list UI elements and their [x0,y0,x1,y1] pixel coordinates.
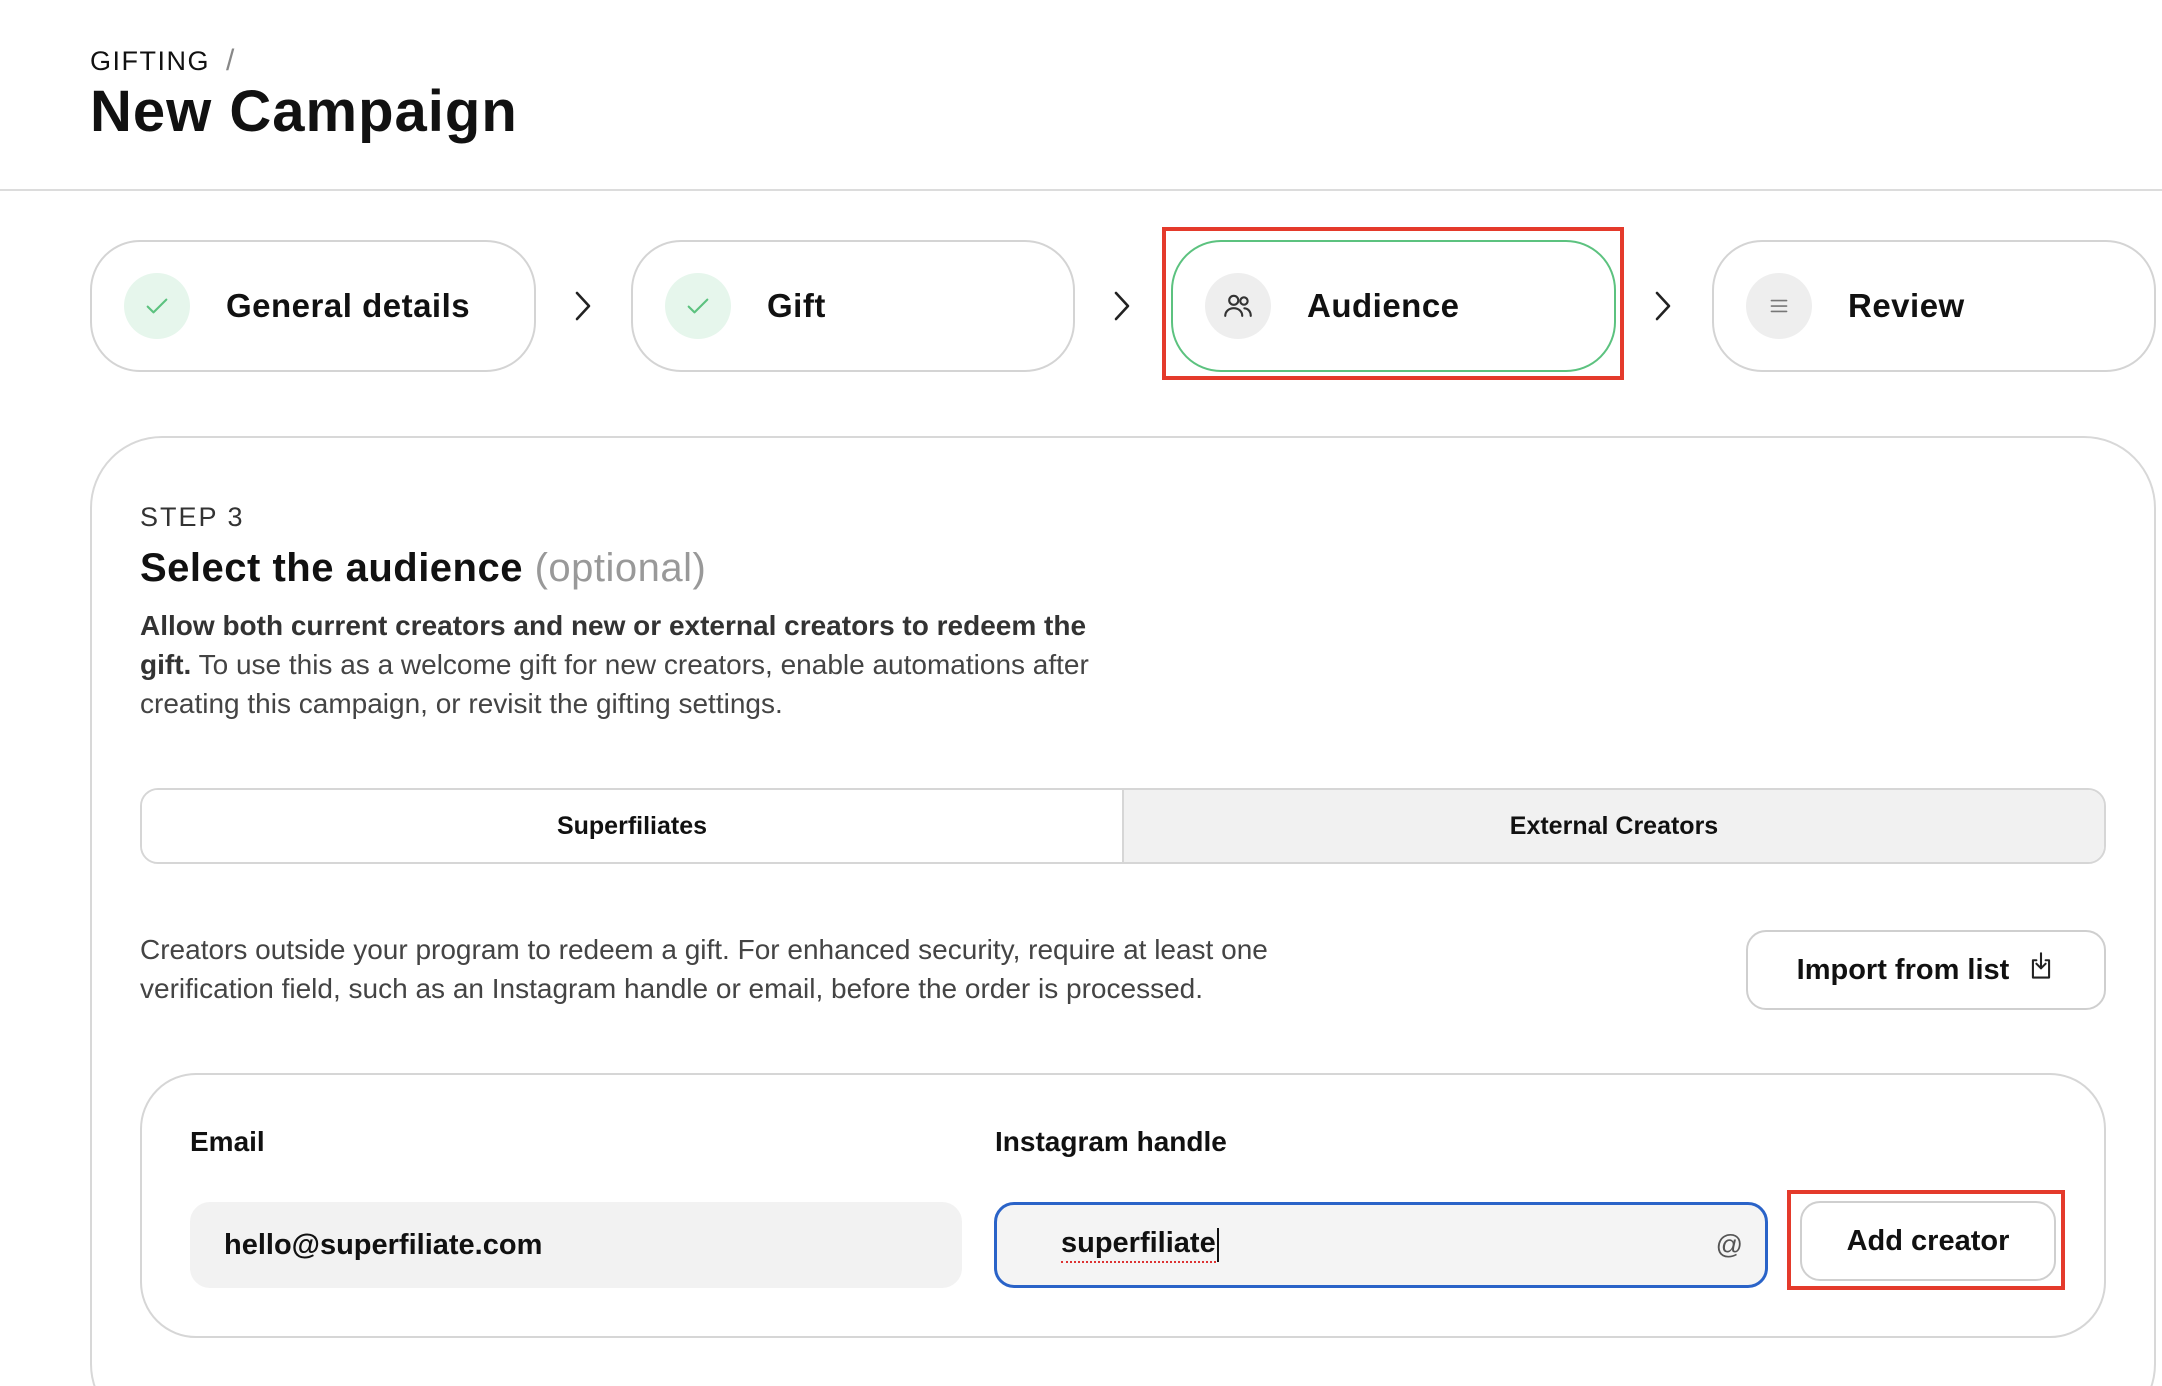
page-root: GIFTING / New Campaign General details G… [0,0,2162,1386]
text-caret [1216,1228,1219,1262]
email-field[interactable]: hello@superfiliate.com [190,1202,962,1288]
check-icon [124,273,190,339]
check-icon [665,273,731,339]
step-kicker: STEP 3 [140,502,245,532]
email-value: hello@superfiliate.com [224,1228,543,1261]
section-title-text: Select the audience [140,546,523,590]
list-icon [1746,273,1812,339]
step-audience[interactable]: Audience [1171,240,1616,372]
step-label: Audience [1307,287,1460,324]
chevron-right-icon [565,288,601,324]
at-sign-icon: @ [1715,1229,1743,1260]
import-from-list-button[interactable]: Import from list [1746,930,2106,1010]
breadcrumb-gifting[interactable]: GIFTING [90,46,210,77]
step-general-details[interactable]: General details [90,240,536,372]
breadcrumb: GIFTING / [90,44,234,78]
users-icon [1205,273,1271,339]
section-description: Allow both current creators and new or e… [140,606,1100,723]
step-review[interactable]: Review [1712,240,2156,372]
import-button-label: Import from list [1796,953,2010,986]
audience-tabs: Superfiliates External Creators [140,788,2106,864]
section-title-optional: (optional) [534,546,707,590]
tab-superfiliates[interactable]: Superfiliates [142,790,1122,862]
section-title: Select the audience (optional) [140,546,706,591]
step-gift[interactable]: Gift [631,240,1075,372]
chevron-right-icon [1104,288,1140,324]
add-creator-label: Add creator [1846,1224,2010,1257]
page-title: New Campaign [90,79,518,144]
breadcrumb-separator: / [226,44,235,77]
import-icon [2027,951,2055,989]
instagram-label: Instagram handle [995,1126,1227,1157]
step-label: Gift [767,287,826,324]
external-creators-description: Creators outside your program to redeem … [140,934,1268,1004]
instagram-handle-field[interactable]: superfiliate @ [994,1202,1768,1288]
email-label: Email [190,1126,265,1157]
tab-external-creators[interactable]: External Creators [1122,790,2104,862]
chevron-right-icon [1645,288,1681,324]
instagram-value: superfiliate [1061,1227,1216,1263]
add-creator-button[interactable]: Add creator [1800,1201,2056,1281]
step-label: Review [1848,287,1965,324]
section-description-rest: To use this as a welcome gift for new cr… [140,649,1089,719]
step-label: General details [226,287,471,324]
header-divider [0,189,2162,191]
